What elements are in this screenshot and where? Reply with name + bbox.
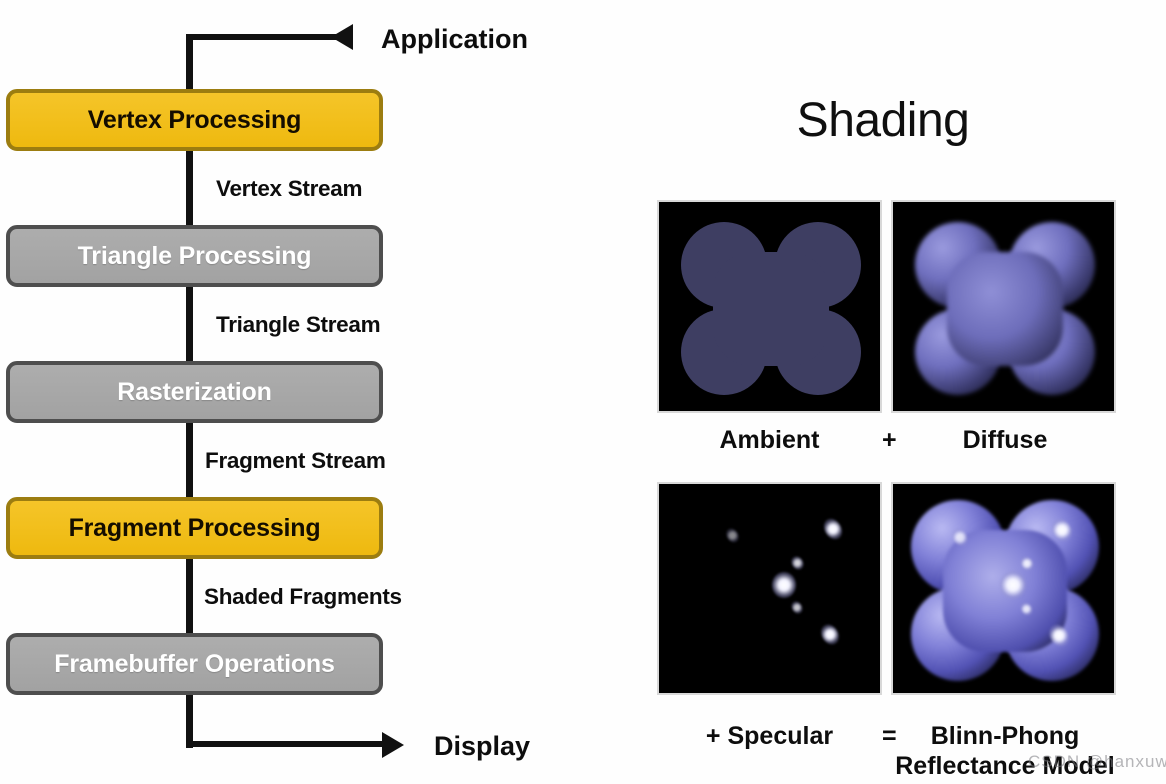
edge-label-vertex-stream: Vertex Stream	[216, 176, 363, 201]
stage-triangle-processing[interactable]: Triangle Processing	[6, 225, 383, 287]
stage-label: Fragment Processing	[68, 513, 321, 542]
caption-ambient: Ambient	[719, 426, 820, 454]
arrow-right-icon	[382, 732, 404, 758]
stage-label: Triangle Processing	[77, 241, 312, 270]
caption-blinn-phong-line1: Blinn-Phong	[930, 722, 1080, 750]
blob-shape-ambient	[659, 202, 880, 411]
stage-rasterization[interactable]: Rasterization	[6, 361, 383, 423]
display-label: Display	[434, 731, 531, 761]
slide-canvas: Application Vertex Processing Vertex Str…	[0, 0, 1166, 784]
stage-label: Vertex Processing	[87, 105, 302, 134]
caption-specular: + Specular	[705, 722, 834, 750]
edge-label-shaded-fragments: Shaded Fragments	[204, 584, 402, 609]
caption-operator-plus: +	[882, 426, 897, 454]
blob-shape-diffuse	[893, 202, 1114, 411]
caption-blinn-phong-line2: Reflectance Model	[895, 751, 1115, 780]
edge-label-fragment-stream: Fragment Stream	[205, 448, 386, 473]
thumbnail-blinn-phong[interactable]	[891, 482, 1116, 695]
blob-shape-blinn-phong	[893, 484, 1114, 693]
caption-blinn-phong: Blinn-Phong Reflectance Model	[894, 722, 1116, 781]
application-connector-line	[186, 34, 351, 40]
stage-fragment-processing[interactable]: Fragment Processing	[6, 497, 383, 559]
stage-framebuffer-operations[interactable]: Framebuffer Operations	[6, 633, 383, 695]
application-label: Application	[381, 24, 528, 54]
stage-label: Rasterization	[117, 377, 272, 406]
stage-vertex-processing[interactable]: Vertex Processing	[6, 89, 383, 151]
stage-label: Framebuffer Operations	[54, 649, 335, 678]
edge-label-triangle-stream: Triangle Stream	[216, 312, 381, 337]
caption-row-specular-blinn: + Specular = Blinn-Phong Reflectance Mode…	[657, 722, 1116, 781]
thumbnail-diffuse[interactable]	[891, 200, 1116, 413]
caption-operator-equals: =	[882, 722, 897, 750]
thumbnail-ambient[interactable]	[657, 200, 882, 413]
specular-highlights	[659, 484, 880, 693]
arrow-left-icon	[331, 24, 353, 50]
shading-title: Shading	[796, 94, 970, 147]
caption-row-ambient-diffuse: Ambient + Diffuse	[657, 426, 1116, 455]
thumbnail-specular[interactable]	[657, 482, 882, 695]
display-connector-line	[186, 741, 386, 747]
graphics-pipeline-diagram: Application Vertex Processing Vertex Str…	[0, 0, 600, 784]
caption-diffuse: Diffuse	[962, 426, 1048, 454]
shading-panel: Shading Ambient + Diffuse + Specular = B…	[600, 0, 1166, 784]
